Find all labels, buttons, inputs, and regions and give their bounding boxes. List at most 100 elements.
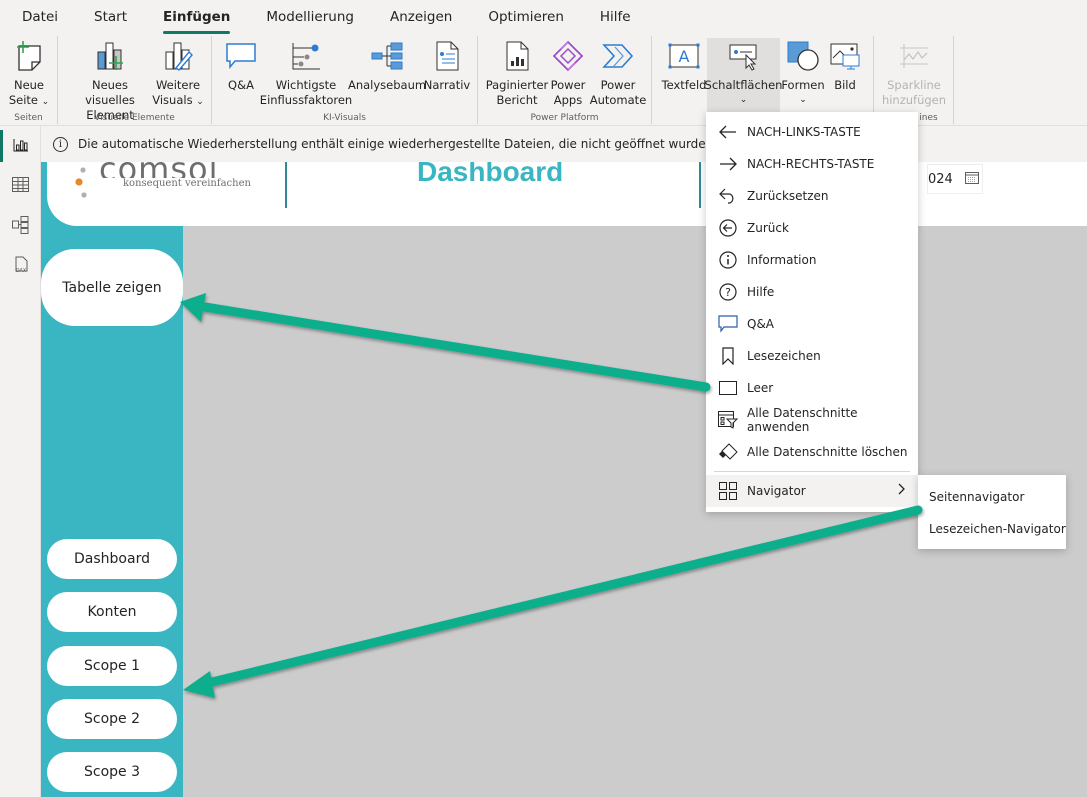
key-influencers-icon <box>289 38 323 74</box>
more-visuals-icon <box>161 38 195 74</box>
buttons-dropdown-button[interactable]: Schaltflächen ⌄ <box>705 38 782 112</box>
menu-item-help[interactable]: ? Hilfe <box>706 276 918 308</box>
add-sparkline-button[interactable]: Sparkline hinzufügen <box>882 38 946 108</box>
power-automate-button[interactable]: Power Automate <box>590 38 646 108</box>
bookmark-icon <box>718 346 738 366</box>
shapes-icon <box>786 38 820 74</box>
qa-icon <box>718 314 738 334</box>
group-visuelle-elemente: Neues visuelles Element Visuelle Element… <box>58 36 212 124</box>
svg-text:A: A <box>679 47 690 66</box>
nav-button-dashboard[interactable]: Dashboard <box>47 539 177 579</box>
menu-separator <box>714 471 910 472</box>
new-visual-button[interactable]: Neues visuelles Element <box>68 38 152 123</box>
svg-text:?: ? <box>725 286 731 299</box>
report-view-button[interactable] <box>0 126 41 166</box>
logo-dots-icon <box>75 167 87 198</box>
clear-slicers-icon <box>718 442 738 462</box>
table-grid-icon <box>12 177 29 195</box>
buttons-dropdown-menu: NACH-LINKS-TASTE NACH-RECHTS-TASTE Zurüc… <box>706 112 918 512</box>
show-table-button[interactable]: Tabelle zeigen <box>41 249 183 326</box>
menu-einfuegen[interactable]: Einfügen <box>163 0 231 34</box>
new-page-icon <box>12 38 46 74</box>
narrative-button[interactable]: Narrativ <box>424 38 470 93</box>
narrative-icon <box>430 38 464 74</box>
group-sparklines: Sparkline hinzufügen ines <box>874 36 954 124</box>
paginated-report-button[interactable]: Paginierter Bericht <box>486 38 548 108</box>
back-circle-icon <box>718 218 738 238</box>
key-influencers-button[interactable]: Wichtigste Einflussfaktoren <box>260 38 352 108</box>
model-diagram-icon <box>12 215 29 237</box>
menu-item-navigator[interactable]: Navigator <box>706 475 918 507</box>
model-view-button[interactable] <box>0 206 41 246</box>
ribbon: Neue Seite ⌄ Seiten Neues visuelles Elem… <box>0 34 1087 126</box>
date-value: 024 <box>928 171 953 187</box>
table-view-button[interactable] <box>0 166 41 206</box>
report-header: comsol konsequent vereinfachen Dashboard… <box>47 162 1087 226</box>
qa-speech-bubble-icon <box>224 38 258 74</box>
info-icon: i <box>53 136 68 152</box>
submenu-item-page-navigator[interactable]: Seitennavigator <box>918 481 1066 513</box>
group-elemente: A Textfeld Schaltflächen ⌄ Formen ⌄ Bild <box>652 36 874 124</box>
notification-text: Die automatische Wiederherstellung enthä… <box>78 137 718 151</box>
qa-button[interactable]: Q&A <box>224 38 258 93</box>
nav-button-scope-2[interactable]: Scope 2 <box>47 699 177 739</box>
image-icon <box>828 38 862 74</box>
dax-query-view-button[interactable]: DAX <box>0 246 41 286</box>
new-page-button[interactable]: Neue Seite ⌄ <box>8 38 50 110</box>
chevron-down-icon: ⌄ <box>739 95 748 105</box>
nav-button-scope-1[interactable]: Scope 1 <box>47 646 177 686</box>
menu-item-qa[interactable]: Q&A <box>706 308 918 340</box>
menu-item-blank[interactable]: Leer <box>706 372 918 404</box>
menu-item-right-arrow[interactable]: NACH-RECHTS-TASTE <box>706 148 918 180</box>
date-slicer[interactable]: 024 <box>927 164 983 194</box>
menu-start[interactable]: Start <box>94 0 127 34</box>
dax-file-icon: DAX <box>12 256 30 277</box>
group-seiten: Neue Seite ⌄ Seiten <box>0 36 58 124</box>
navigator-submenu: Seitennavigator Lesezeichen-Navigator <box>918 475 1066 549</box>
menu-optimieren[interactable]: Optimieren <box>488 0 564 34</box>
chevron-right-icon <box>898 483 906 499</box>
decomposition-tree-button[interactable]: Analysebaum <box>348 38 426 93</box>
menu-anzeigen[interactable]: Anzeigen <box>390 0 452 34</box>
menu-hilfe[interactable]: Hilfe <box>600 0 631 34</box>
decomposition-tree-icon <box>370 38 404 74</box>
power-apps-icon <box>551 38 585 74</box>
menu-item-information[interactable]: Information <box>706 244 918 276</box>
more-visuals-button[interactable]: Weitere Visuals ⌄ <box>152 38 204 110</box>
help-icon: ? <box>718 282 738 302</box>
power-automate-icon <box>601 38 635 74</box>
menu-item-apply-all-slicers[interactable]: Alle Datenschnitte anwenden <box>706 404 918 436</box>
menu-datei[interactable]: Datei <box>22 0 58 34</box>
textbox-icon: A <box>667 38 701 74</box>
power-apps-button[interactable]: Power Apps <box>548 38 588 108</box>
view-rail: DAX <box>0 126 41 797</box>
svg-text:DAX: DAX <box>15 268 26 274</box>
header-divider <box>699 162 701 208</box>
group-power-platform: Paginierter Bericht Power Apps Power Aut… <box>478 36 652 124</box>
info-icon <box>718 250 738 270</box>
nav-button-konten[interactable]: Konten <box>47 592 177 632</box>
bar-chart-icon <box>13 138 29 155</box>
new-visual-icon <box>93 38 127 74</box>
reset-icon <box>718 186 738 206</box>
shapes-button[interactable]: Formen ⌄ <box>781 38 825 108</box>
chevron-down-icon: ⌄ <box>799 95 807 105</box>
header-divider <box>285 162 287 208</box>
textbox-button[interactable]: A Textfeld <box>662 38 706 93</box>
calendar-icon[interactable] <box>964 171 979 188</box>
sparkline-icon <box>897 38 931 74</box>
image-button[interactable]: Bild <box>826 38 864 93</box>
menu-item-clear-all-slicers[interactable]: Alle Datenschnitte löschen <box>706 436 918 468</box>
menu-item-back[interactable]: Zurück <box>706 212 918 244</box>
menu-item-left-arrow[interactable]: NACH-LINKS-TASTE <box>706 116 918 148</box>
menu-item-reset[interactable]: Zurücksetzen <box>706 180 918 212</box>
button-cursor-icon <box>727 38 761 74</box>
apply-slicers-icon <box>718 410 738 430</box>
arrow-left-icon <box>718 122 738 142</box>
nav-button-scope-3[interactable]: Scope 3 <box>47 752 177 792</box>
menu-modellierung[interactable]: Modellierung <box>266 0 354 34</box>
navigator-grid-icon <box>718 481 738 501</box>
submenu-item-bookmark-navigator[interactable]: Lesezeichen-Navigator <box>918 513 1066 545</box>
menu-item-bookmark[interactable]: Lesezeichen <box>706 340 918 372</box>
page-title: Dashboard <box>417 162 564 187</box>
